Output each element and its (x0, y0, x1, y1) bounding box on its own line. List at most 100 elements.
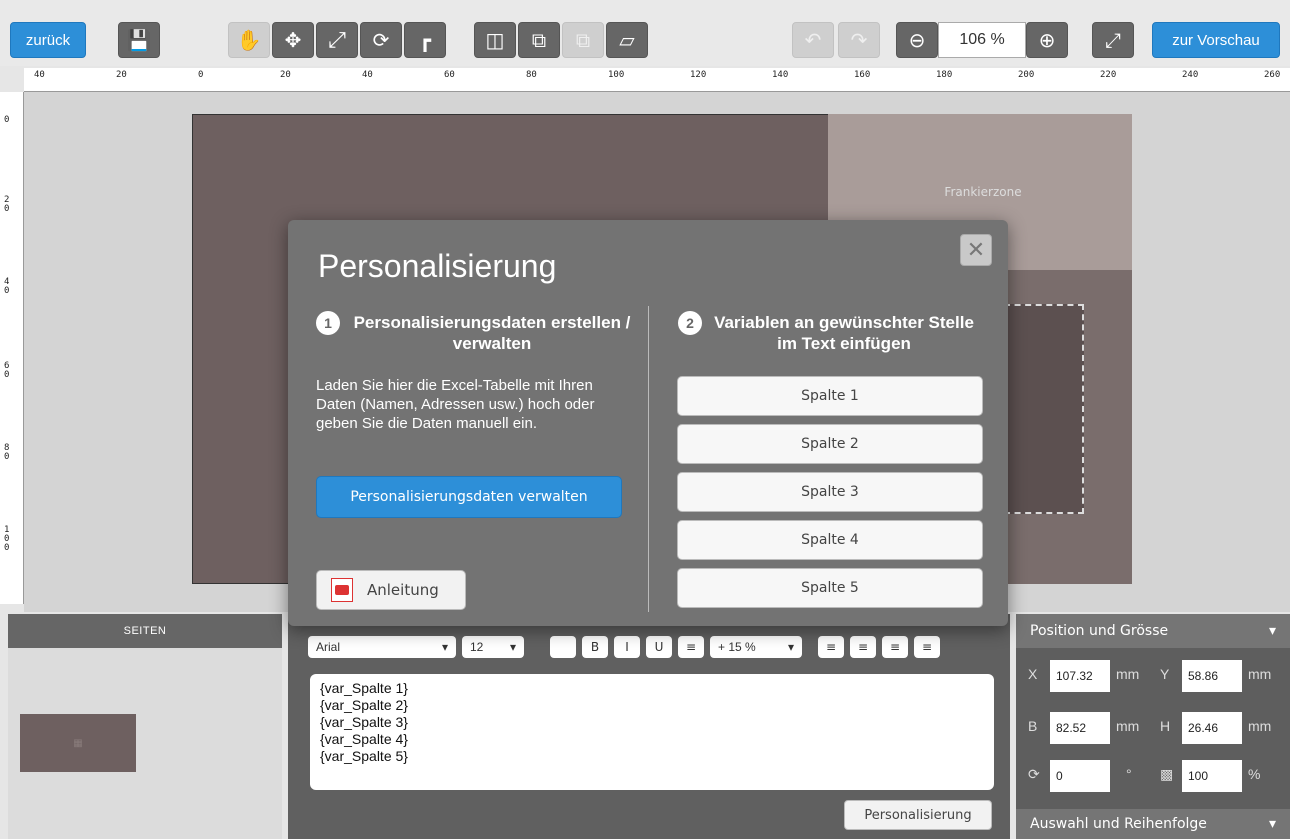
opacity-input[interactable]: 100 (1182, 760, 1242, 792)
selection-order-header[interactable]: Auswahl und Reihenfolge ▾ (1016, 809, 1290, 839)
redo-icon[interactable]: ↷ (838, 22, 880, 58)
bold-icon[interactable]: B (582, 636, 608, 658)
move-arrows-icon[interactable]: ✥ (272, 22, 314, 58)
preview-button[interactable]: zur Vorschau (1152, 22, 1280, 58)
undo-icon[interactable]: ↶ (792, 22, 834, 58)
align-justify-icon[interactable]: ≡ (914, 636, 940, 658)
modal-title: Personalisierung (318, 248, 557, 284)
text-format-toolbar: Arial ▾ 12 ▾ B I U ≡ + 15 % ▾ ≡ ≡ ≡ ≡ (308, 636, 940, 658)
guide-label: Anleitung (367, 581, 439, 599)
selected-text-box[interactable] (1004, 304, 1084, 514)
pages-header: SEITEN (8, 614, 282, 648)
personalisierung-button[interactable]: Personalisierung (844, 800, 992, 830)
underline-icon[interactable]: U (646, 636, 672, 658)
ruler-label: 1 0 0 (4, 525, 10, 553)
step1-number: 1 (316, 311, 340, 335)
page-thumbnail[interactable]: ▦ (20, 714, 136, 772)
position-row: X 107.32 mm Y 58.86 mm (1016, 660, 1290, 692)
column-button[interactable]: Spalte 1 (677, 376, 983, 416)
back-button[interactable]: zurück (10, 22, 86, 58)
color-swatch[interactable] (550, 636, 576, 658)
column-button[interactable]: Spalte 3 (677, 472, 983, 512)
ruler-label: 160 (854, 70, 871, 80)
height-unit: mm (1248, 718, 1272, 734)
ruler-label: 2 0 (4, 195, 10, 214)
x-unit: mm (1116, 666, 1140, 682)
diagonal-resize-icon[interactable]: ⤢ (316, 22, 358, 58)
rotation-unit: ° (1126, 766, 1132, 782)
b-label: B (1028, 718, 1038, 734)
ruler-label: 20 (280, 70, 291, 80)
ruler-label: 40 (362, 70, 373, 80)
italic-icon[interactable]: I (614, 636, 640, 658)
size-row: B 82.52 mm H 26.46 mm (1016, 712, 1290, 744)
h-label: H (1160, 718, 1171, 734)
opacity-unit: % (1248, 766, 1261, 782)
ruler-label: 0 (4, 115, 10, 125)
manage-data-button[interactable]: Personalisierungsdaten verwalten (316, 476, 622, 518)
rotation-input[interactable]: 0 (1050, 760, 1110, 792)
modal-divider (648, 306, 649, 612)
chevron-down-icon: ▾ (787, 640, 794, 654)
opacity-icon: ▩ (1160, 766, 1174, 782)
column-button[interactable]: Spalte 4 (677, 520, 983, 560)
fullscreen-icon[interactable]: ⤢ (1092, 22, 1134, 58)
height-input[interactable]: 26.46 (1182, 712, 1242, 744)
position-size-panel: Position und Grösse ▾ X 107.32 mm Y 58.8… (1016, 614, 1290, 839)
vertical-ruler: 0 2 0 4 0 6 0 8 0 1 0 0 (0, 92, 24, 604)
text-content-area[interactable]: {var_Spalte 1} {var_Spalte 2} {var_Spalt… (310, 674, 994, 790)
align-right-icon[interactable]: ≡ (882, 636, 908, 658)
ruler-label: 6 0 (4, 361, 10, 380)
swap-images-icon[interactable]: ◫ (474, 22, 516, 58)
ruler-label: 220 (1100, 70, 1117, 80)
floppy-disk-icon[interactable]: 💾 (118, 22, 160, 58)
ruler-label: 8 0 (4, 443, 10, 462)
hand-icon[interactable]: ✋ (228, 22, 270, 58)
pdf-icon (331, 578, 353, 602)
frankier-zone-label: Frankierzone (944, 185, 1022, 199)
font-select[interactable]: Arial ▾ (308, 636, 456, 658)
chevron-down-icon: ▾ (441, 640, 448, 654)
ruler-label: 100 (608, 70, 625, 80)
line-spacing-icon[interactable]: ≡ (678, 636, 704, 658)
step2-number: 2 (678, 311, 702, 335)
x-input[interactable]: 107.32 (1050, 660, 1110, 692)
line-spacing-value: + 15 % (718, 640, 756, 654)
chevron-down-icon: ▾ (1268, 623, 1276, 639)
width-input[interactable]: 82.52 (1050, 712, 1110, 744)
close-icon[interactable]: ✕ (960, 234, 992, 266)
ruler-label: 120 (690, 70, 707, 80)
position-panel-header[interactable]: Position und Grösse ▾ (1016, 614, 1290, 648)
chevron-down-icon: ▾ (509, 640, 516, 654)
column-button[interactable]: Spalte 2 (677, 424, 983, 464)
personalisierung-modal: Personalisierung ✕ 1 Personalisierungsda… (288, 220, 1008, 626)
font-size-select[interactable]: 12 ▾ (462, 636, 524, 658)
position-panel-title: Position und Grösse (1030, 623, 1169, 639)
crop-icon[interactable]: ┏ (404, 22, 446, 58)
ruler-label: 180 (936, 70, 953, 80)
ruler-label: 140 (772, 70, 789, 80)
y-label: Y (1160, 666, 1170, 682)
main-toolbar: zurück 💾 ✋ ✥ ⤢ ⟳ ┏ ◫ ⧉ ⧉ ▱ ↶ ↷ ⊖ 106 % ⊕… (0, 0, 1290, 66)
x-label: X (1028, 666, 1038, 682)
ruler-label: 80 (526, 70, 537, 80)
chevron-down-icon: ▾ (1268, 816, 1276, 832)
copy-icon[interactable]: ⧉ (518, 22, 560, 58)
y-input[interactable]: 58.86 (1182, 660, 1242, 692)
rotate-icon[interactable]: ⟳ (360, 22, 402, 58)
ruler-label: 20 (116, 70, 127, 80)
column-button[interactable]: Spalte 5 (677, 568, 983, 608)
text-editor-panel: Arial ▾ 12 ▾ B I U ≡ + 15 % ▾ ≡ ≡ ≡ ≡ {var_… (288, 614, 1010, 839)
trash-icon[interactable]: ▱ (606, 22, 648, 58)
paste-icon[interactable]: ⧉ (562, 22, 604, 58)
align-left-icon[interactable]: ≡ (818, 636, 844, 658)
step2-title: Variablen an gewünschter Stelle im Text … (714, 313, 974, 353)
zoom-in-icon[interactable]: ⊕ (1026, 22, 1068, 58)
step1-description: Laden Sie hier die Excel-Tabelle mit Ihr… (316, 377, 595, 432)
zoom-out-icon[interactable]: ⊖ (896, 22, 938, 58)
ruler-label: 40 (34, 70, 45, 80)
align-center-icon[interactable]: ≡ (850, 636, 876, 658)
ruler-label: 240 (1182, 70, 1199, 80)
guide-button[interactable]: Anleitung (316, 570, 466, 610)
line-spacing-select[interactable]: + 15 % ▾ (710, 636, 802, 658)
